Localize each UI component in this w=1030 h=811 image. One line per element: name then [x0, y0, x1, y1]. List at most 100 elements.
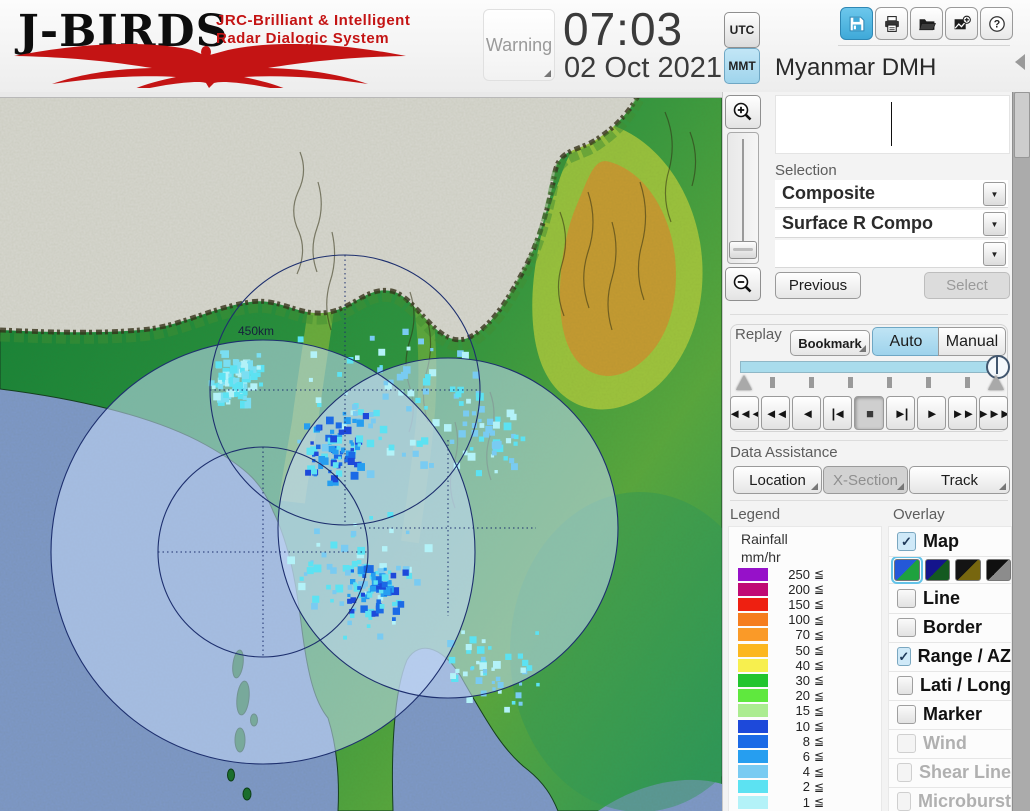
control-panel: Selection Composite ▼ Surface R Compo ▼ … [762, 92, 1012, 811]
legend-entry: 250 ≦ [738, 567, 824, 581]
play-button[interactable]: ► [917, 396, 946, 430]
dropdown-product-group[interactable]: Composite ▼ [775, 180, 1008, 208]
overlay-section-label: Overlay [893, 506, 945, 523]
timeline-tick [809, 377, 814, 388]
legend-color-swatch [738, 613, 768, 626]
legend-value: 100 [768, 612, 810, 627]
fast-forward-button[interactable]: ►► [948, 396, 977, 430]
zoom-out-button[interactable] [725, 267, 761, 301]
zoom-in-button[interactable] [725, 95, 761, 129]
legend-color-swatch [738, 750, 768, 763]
legend-entry: 8 ≦ [738, 734, 824, 748]
replay-timeline-slider[interactable] [740, 361, 1004, 373]
legend-entry: 1 ≦ [738, 795, 824, 809]
overlay-row: ✓ Range / AZ [889, 642, 1011, 672]
legend-color-swatch [738, 598, 768, 611]
print-button[interactable] [875, 7, 908, 40]
app-logo-tagline-1: JRC-Brilliant & Intelligent [216, 12, 410, 29]
map-style-gray-swatch[interactable] [986, 559, 1012, 581]
toolbar-divider [838, 45, 1010, 46]
step-back-button[interactable]: |◄ [823, 396, 852, 430]
chevron-down-icon[interactable]: ▼ [983, 182, 1006, 206]
legend-color-swatch [738, 780, 768, 793]
open-folder-button[interactable] [910, 7, 943, 40]
help-button[interactable]: ? [980, 7, 1013, 40]
legend-lte-symbol: ≦ [814, 780, 824, 794]
overlay-row: Border [889, 613, 1011, 643]
overlay-checkbox-lati-long[interactable] [897, 676, 913, 695]
map-style-olive-swatch[interactable] [955, 559, 981, 581]
legend-entry: 4 ≦ [738, 765, 824, 779]
overlay-checkbox-range-az[interactable]: ✓ [897, 647, 911, 666]
timeline-tick [887, 377, 892, 388]
location-button[interactable]: Location [733, 466, 822, 494]
timezone-mmt-button[interactable]: MMT [724, 48, 760, 84]
data-assistance-label: Data Assistance [730, 444, 838, 461]
warning-button[interactable]: Warning [483, 9, 555, 81]
overlay-checkbox-line[interactable] [897, 589, 916, 608]
legend-lte-symbol: ≦ [814, 567, 824, 581]
add-image-button[interactable] [945, 7, 978, 40]
legend-color-swatch [738, 644, 768, 657]
map-horizontal-scrollbar[interactable] [0, 92, 722, 98]
bookmark-button[interactable]: Bookmark [790, 330, 870, 356]
replay-auto-button[interactable]: Auto [872, 327, 940, 356]
map-style-color-swatch[interactable] [894, 559, 920, 581]
timeline-tick [965, 377, 970, 388]
zoom-slider[interactable] [727, 132, 759, 264]
overlay-row: Line [889, 584, 1011, 614]
panel-collapse-arrow-icon[interactable] [1015, 54, 1025, 70]
previous-button[interactable]: Previous [775, 272, 861, 299]
dropdown-product[interactable]: Surface R Compo ▼ [775, 210, 1008, 238]
chevron-down-icon[interactable]: ▼ [983, 212, 1006, 236]
legend-value: 70 [768, 627, 810, 642]
x-section-button[interactable]: X-Section [823, 466, 908, 494]
jump-start-button[interactable]: ◄◄◄ [730, 396, 759, 430]
timezone-utc-button[interactable]: UTC [724, 12, 760, 48]
help-icon: ? [988, 15, 1006, 33]
zoom-out-icon [732, 273, 754, 295]
overlay-checkbox-wind[interactable] [897, 734, 916, 753]
map-style-dark-blue-swatch[interactable] [925, 559, 951, 581]
overlay-item-label: Border [923, 617, 982, 638]
replay-manual-button[interactable]: Manual [938, 327, 1006, 356]
legend-color-swatch [738, 628, 768, 641]
legend-lte-symbol: ≦ [814, 734, 824, 748]
play-backward-button[interactable]: ◄ [792, 396, 821, 430]
warning-label: Warning [486, 35, 552, 56]
radar-map[interactable]: 450km [0, 92, 722, 811]
legend-section-label: Legend [730, 506, 780, 523]
legend-lte-symbol: ≦ [814, 613, 824, 627]
select-button[interactable]: Select [924, 272, 1010, 299]
overlay-checkbox-map[interactable]: ✓ [897, 532, 916, 551]
print-icon [883, 15, 901, 33]
panel-scrollbar-thumb[interactable] [1014, 92, 1030, 158]
zoom-slider-thumb[interactable] [729, 241, 757, 259]
overlay-checkbox-shear-line[interactable] [897, 763, 912, 782]
legend-lte-symbol: ≦ [814, 643, 824, 657]
legend-color-swatch [738, 735, 768, 748]
legend-entry: 70 ≦ [738, 628, 824, 642]
map-style-row [889, 556, 1011, 584]
dropdown-parameter[interactable]: ▼ [775, 240, 1008, 268]
fast-rewind-button[interactable]: ◄◄ [761, 396, 790, 430]
jbirds-app: J-BIRDS JRC-Brilliant & Intelligent Rada… [0, 0, 1030, 811]
legend-lte-symbol: ≦ [814, 628, 824, 642]
overlay-checkbox-border[interactable] [897, 618, 916, 637]
legend-unit: mm/hr [741, 549, 781, 565]
track-button[interactable]: Track [909, 466, 1010, 494]
panel-scrollbar[interactable] [1012, 92, 1030, 811]
legend-lte-symbol: ≦ [814, 704, 824, 718]
chevron-down-icon[interactable]: ▼ [983, 242, 1006, 266]
clock-date: 02 Oct 2021 [564, 52, 722, 85]
overlay-checkbox-marker[interactable] [897, 705, 916, 724]
zoom-in-icon [732, 101, 754, 123]
section-divider [730, 314, 1008, 315]
save-button[interactable] [840, 7, 873, 40]
stop-button[interactable]: ■ [854, 396, 883, 430]
legend-color-swatch [738, 720, 768, 733]
overlay-checkbox-microburst[interactable] [897, 792, 911, 811]
jump-end-button[interactable]: ►►► [979, 396, 1008, 430]
step-forward-button[interactable]: ►| [886, 396, 915, 430]
station-name: Myanmar DMH [775, 54, 936, 82]
